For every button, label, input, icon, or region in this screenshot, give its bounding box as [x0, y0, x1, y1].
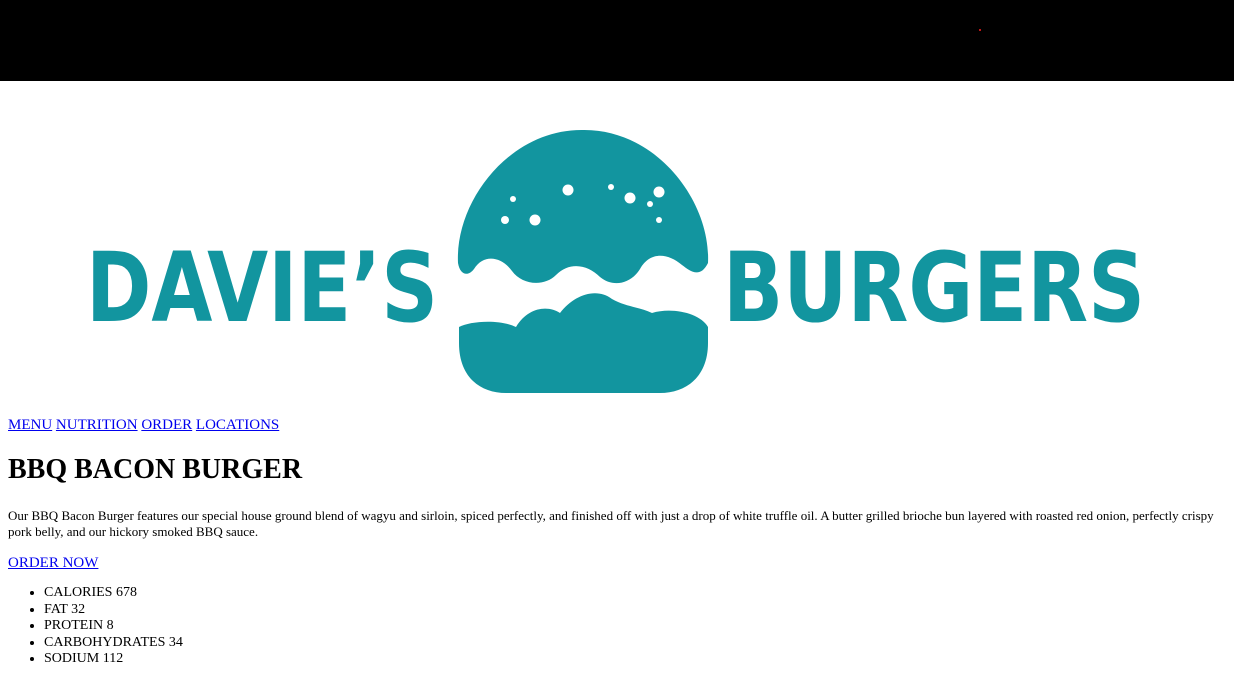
brand-logo: DAVIE’S BURGERS	[0, 81, 1234, 411]
product-title: BBQ BACON BURGER	[8, 454, 303, 485]
nutrition-item-sodium: SODIUM 112	[44, 651, 183, 668]
nutrition-label: PROTEIN	[44, 618, 104, 633]
logo-right-word: BURGERS	[723, 232, 1145, 344]
red-dot	[979, 29, 981, 31]
nutrition-value: 34	[168, 634, 183, 650]
nutrition-label: CALORIES	[44, 585, 113, 600]
burger-icon	[457, 129, 709, 393]
nutrition-label: FAT	[44, 601, 68, 617]
nav-nutrition-link[interactable]: NUTRITION	[56, 417, 138, 433]
nutrition-list: CALORIES 678 FAT 32 PROTEIN 8 CARBOHYDRA…	[8, 585, 183, 668]
top-bar	[0, 0, 1234, 81]
nutrition-value: 32	[71, 601, 86, 617]
nutrition-label: SODIUM	[44, 651, 100, 666]
product-description: Our BBQ Bacon Burger features our specia…	[8, 508, 1214, 539]
nutrition-item-carbohydrates: CARBOHYDRATES 34	[44, 635, 183, 652]
logo-left-word: DAVIE’S	[86, 232, 438, 344]
nutrition-value: 8	[106, 618, 114, 633]
nutrition-label: CARBOHYDRATES	[44, 634, 166, 650]
order-now-link[interactable]: ORDER NOW	[8, 554, 98, 572]
nutrition-item-protein: PROTEIN 8	[44, 618, 183, 635]
nutrition-value: 112	[102, 651, 124, 666]
nutrition-item-fat: FAT 32	[44, 602, 183, 619]
nav-order-link[interactable]: ORDER	[141, 417, 192, 433]
nutrition-item-calories: CALORIES 678	[44, 585, 183, 602]
main-nav: MENU NUTRITION ORDER LOCATIONS	[8, 416, 279, 434]
nav-locations-link[interactable]: LOCATIONS	[196, 417, 279, 433]
nutrition-value: 678	[115, 585, 137, 600]
nav-menu-link[interactable]: MENU	[8, 417, 52, 433]
